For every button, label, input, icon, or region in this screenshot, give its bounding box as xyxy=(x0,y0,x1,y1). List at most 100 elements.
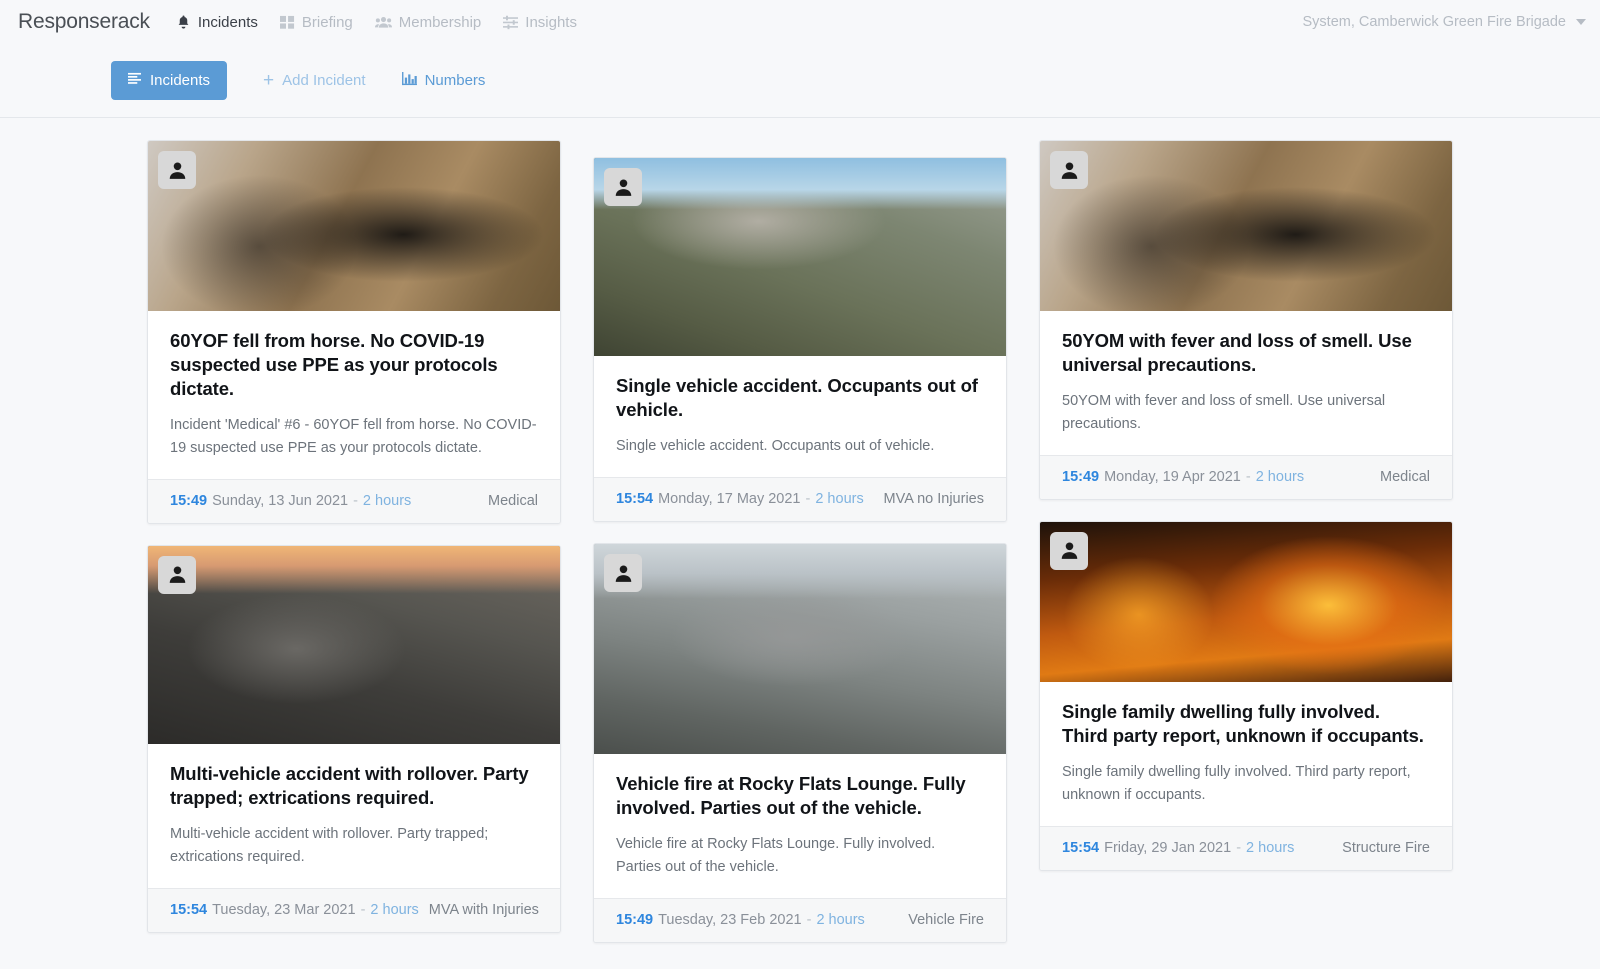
person-avatar-icon xyxy=(158,556,196,594)
numbers-label: Numbers xyxy=(425,72,486,89)
incident-datetime: 15:49 Sunday, 13 Jun 2021 - 2 hours xyxy=(170,493,411,509)
incident-time: 15:49 xyxy=(616,912,653,928)
person-avatar-icon xyxy=(604,168,642,206)
page-toolbar: Incidents + Add Incident Numbers xyxy=(0,44,1600,118)
incident-description: Incident 'Medical' #6 - 60YOF fell from … xyxy=(170,414,538,460)
duration-separator: - xyxy=(1246,469,1251,485)
list-lines-icon xyxy=(128,72,141,89)
duration-separator: - xyxy=(807,912,812,928)
person-avatar-icon xyxy=(604,554,642,592)
incident-date: Friday, 29 Jan 2021 xyxy=(1104,840,1231,856)
incident-duration[interactable]: 2 hours xyxy=(1256,469,1304,485)
numbers-link[interactable]: Numbers xyxy=(402,72,486,90)
incident-title: Single family dwelling fully involved. T… xyxy=(1062,700,1430,748)
bell-icon xyxy=(176,14,191,30)
incident-title: 50YOM with fever and loss of smell. Use … xyxy=(1062,329,1430,377)
incident-card[interactable]: 60YOF fell from horse. No COVID-19 suspe… xyxy=(147,140,561,524)
grid-column-3: 50YOM with fever and loss of smell. Use … xyxy=(1039,140,1453,871)
incident-datetime: 15:54 Monday, 17 May 2021 - 2 hours xyxy=(616,491,864,507)
incident-date: Sunday, 13 Jun 2021 xyxy=(212,493,348,509)
incident-card[interactable]: Vehicle fire at Rocky Flats Lounge. Full… xyxy=(593,543,1007,943)
incident-time: 15:54 xyxy=(1062,840,1099,856)
incident-time: 15:54 xyxy=(616,491,653,507)
incident-duration[interactable]: 2 hours xyxy=(816,912,864,928)
incident-image-burned-car-snow-photo xyxy=(594,544,1006,754)
incident-card-footer: 15:54 Monday, 17 May 2021 - 2 hours MVA … xyxy=(594,477,1006,521)
incident-card-footer: 15:49 Tuesday, 23 Feb 2021 - 2 hours Veh… xyxy=(594,898,1006,942)
incident-description: Single family dwelling fully involved. T… xyxy=(1062,761,1430,807)
incident-description: Single vehicle accident. Occupants out o… xyxy=(616,435,984,458)
incident-description: Vehicle fire at Rocky Flats Lounge. Full… xyxy=(616,833,984,879)
incident-datetime: 15:54 Tuesday, 23 Mar 2021 - 2 hours xyxy=(170,902,419,918)
incident-image-stethoscope-photo xyxy=(1040,141,1452,311)
incident-date: Monday, 19 Apr 2021 xyxy=(1104,469,1241,485)
incident-duration[interactable]: 2 hours xyxy=(363,493,411,509)
incident-date: Tuesday, 23 Mar 2021 xyxy=(212,902,355,918)
nav-item-insights[interactable]: Insights xyxy=(503,14,577,31)
incident-type-badge: Medical xyxy=(478,493,538,509)
incident-card[interactable]: Single vehicle accident. Occupants out o… xyxy=(593,157,1007,522)
incident-card[interactable]: Single family dwelling fully involved. T… xyxy=(1039,521,1453,871)
incident-duration[interactable]: 2 hours xyxy=(815,491,863,507)
incident-duration[interactable]: 2 hours xyxy=(1246,840,1294,856)
incident-date: Tuesday, 23 Feb 2021 xyxy=(658,912,802,928)
chevron-down-icon xyxy=(1576,19,1586,25)
incident-card-body: 60YOF fell from horse. No COVID-19 suspe… xyxy=(148,311,560,479)
incident-time: 15:49 xyxy=(170,493,207,509)
incident-card-footer: 15:54 Friday, 29 Jan 2021 - 2 hours Stru… xyxy=(1040,826,1452,870)
incidents-button[interactable]: Incidents xyxy=(111,61,227,100)
plus-icon: + xyxy=(263,71,274,90)
duration-separator: - xyxy=(361,902,366,918)
incident-type-badge: Medical xyxy=(1370,469,1430,485)
add-incident-label: Add Incident xyxy=(282,72,365,89)
incident-title: Single vehicle accident. Occupants out o… xyxy=(616,374,984,422)
incident-card[interactable]: Multi-vehicle accident with rollover. Pa… xyxy=(147,545,561,933)
incident-card-footer: 15:49 Monday, 19 Apr 2021 - 2 hours Medi… xyxy=(1040,455,1452,499)
nav-item-incidents[interactable]: Incidents xyxy=(176,14,258,31)
incident-duration[interactable]: 2 hours xyxy=(370,902,418,918)
person-avatar-icon xyxy=(1050,151,1088,189)
person-avatar-icon xyxy=(1050,532,1088,570)
incident-title: Vehicle fire at Rocky Flats Lounge. Full… xyxy=(616,772,984,820)
user-account-menu[interactable]: System, Camberwick Green Fire Brigade xyxy=(1303,0,1587,44)
incident-type-badge: MVA no Injuries xyxy=(874,491,984,507)
user-account-label: System, Camberwick Green Fire Brigade xyxy=(1303,14,1567,30)
incident-image-truck-in-ditch-photo xyxy=(594,158,1006,356)
add-incident-link[interactable]: + Add Incident xyxy=(263,71,366,90)
app-brand-logo[interactable]: Responserack xyxy=(18,10,150,34)
duration-separator: - xyxy=(1236,840,1241,856)
nav-item-insights-label: Insights xyxy=(525,14,577,31)
incident-time: 15:54 xyxy=(170,902,207,918)
main-nav-links: Incidents Briefing Membership Insights xyxy=(176,14,577,31)
incident-card-body: Single vehicle accident. Occupants out o… xyxy=(594,356,1006,477)
duration-separator: - xyxy=(353,493,358,509)
bar-chart-icon xyxy=(402,72,417,90)
incident-datetime: 15:49 Monday, 19 Apr 2021 - 2 hours xyxy=(1062,469,1304,485)
grid-column-2: Single vehicle accident. Occupants out o… xyxy=(593,157,1007,943)
duration-separator: - xyxy=(806,491,811,507)
incident-card-body: Vehicle fire at Rocky Flats Lounge. Full… xyxy=(594,754,1006,898)
top-navigation-bar: Responserack Incidents Briefing Membersh… xyxy=(0,0,1600,44)
nav-item-briefing-label: Briefing xyxy=(302,14,353,31)
incident-card[interactable]: 50YOM with fever and loss of smell. Use … xyxy=(1039,140,1453,500)
incident-title: 60YOF fell from horse. No COVID-19 suspe… xyxy=(170,329,538,401)
grid-column-1: 60YOF fell from horse. No COVID-19 suspe… xyxy=(147,140,561,933)
sliders-icon xyxy=(503,15,518,30)
grid-squares-icon xyxy=(280,15,295,30)
incident-image-stethoscope-photo xyxy=(148,141,560,311)
incident-card-body: 50YOM with fever and loss of smell. Use … xyxy=(1040,311,1452,455)
incident-card-grid: 60YOF fell from horse. No COVID-19 suspe… xyxy=(0,118,1600,943)
incident-card-body: Multi-vehicle accident with rollover. Pa… xyxy=(148,744,560,888)
nav-item-briefing[interactable]: Briefing xyxy=(280,14,353,31)
incident-image-house-fire-photo xyxy=(1040,522,1452,682)
nav-item-membership[interactable]: Membership xyxy=(375,14,482,31)
incident-card-body: Single family dwelling fully involved. T… xyxy=(1040,682,1452,826)
incident-datetime: 15:49 Tuesday, 23 Feb 2021 - 2 hours xyxy=(616,912,865,928)
incident-title: Multi-vehicle accident with rollover. Pa… xyxy=(170,762,538,810)
people-group-icon xyxy=(375,15,392,30)
nav-item-membership-label: Membership xyxy=(399,14,482,31)
incident-time: 15:49 xyxy=(1062,469,1099,485)
incident-card-footer: 15:49 Sunday, 13 Jun 2021 - 2 hours Medi… xyxy=(148,479,560,523)
incident-description: Multi-vehicle accident with rollover. Pa… xyxy=(170,823,538,869)
incident-datetime: 15:54 Friday, 29 Jan 2021 - 2 hours xyxy=(1062,840,1294,856)
